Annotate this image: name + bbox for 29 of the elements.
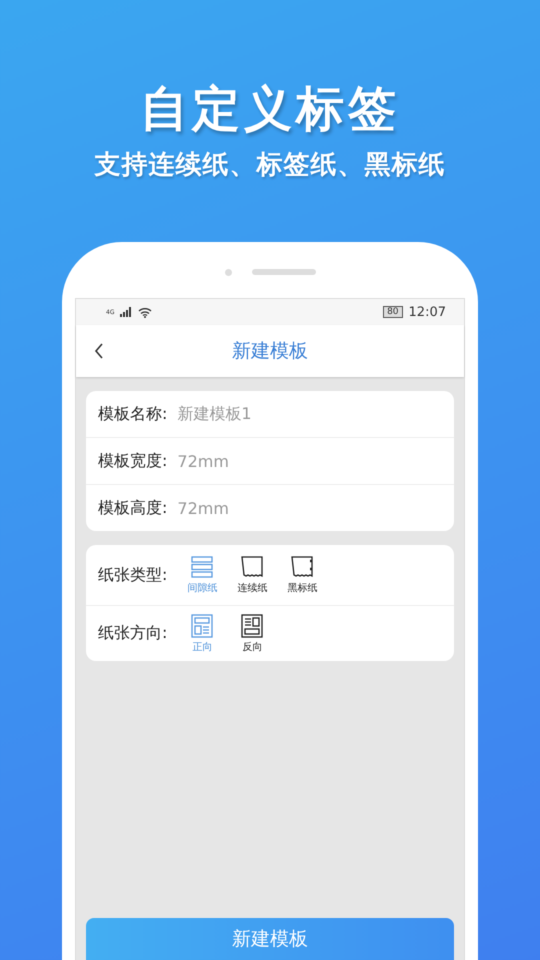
wifi-icon [138,306,152,318]
field-label: 纸张类型: [98,564,168,586]
create-template-button[interactable]: 新建模板 [86,918,454,960]
stacked-labels-icon [190,555,214,579]
signal-icon [120,307,132,317]
clock: 12:07 [408,304,446,320]
back-icon[interactable] [94,343,104,359]
field-label: 纸张方向: [98,623,168,644]
marked-sheet-icon [290,555,314,579]
field-label: 模板高度: [98,498,168,518]
paper-option[interactable]: 连续纸 [231,555,274,595]
field-label: 模板名称: [98,404,168,424]
paper-sheet-icon [240,555,264,579]
field-label: 模板宽度: [98,450,168,472]
layout-icon [240,614,264,638]
speaker-slot [252,269,316,275]
nav-title: 新建模板 [232,339,308,364]
battery-indicator: 80 [383,306,403,318]
input-field[interactable]: 新建模板1 [177,404,378,424]
paper-option[interactable]: 正向 [181,614,224,654]
paper-option[interactable]: 间隙纸 [181,555,224,595]
camera-dot [224,268,232,276]
input-field[interactable]: 72mm [177,452,378,470]
subheadline: 支持连续纸、标签纸、黑标纸 [94,149,446,182]
paper-option[interactable]: 反向 [231,614,274,654]
input-field[interactable]: 72mm [177,498,378,518]
paper-option[interactable]: 黑标纸 [281,555,324,595]
layout-icon [190,614,214,638]
headline: 自定义标签 [140,80,400,138]
